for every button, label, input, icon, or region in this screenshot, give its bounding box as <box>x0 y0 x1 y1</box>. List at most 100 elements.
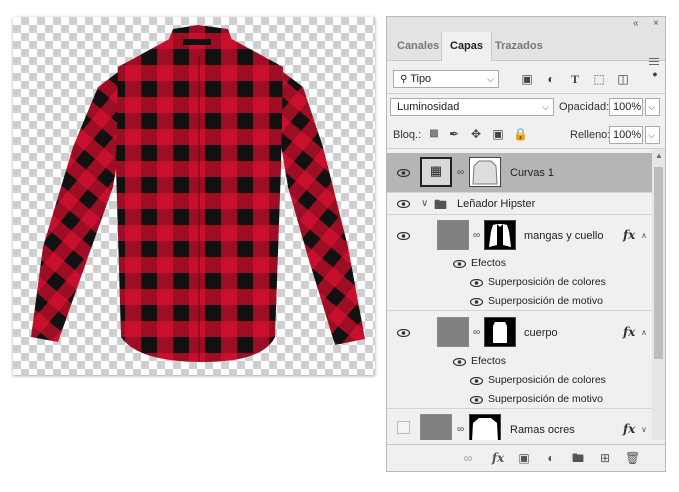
layer-thumbnail[interactable] <box>420 414 452 440</box>
eye-icon[interactable] <box>470 396 483 404</box>
layer-name[interactable]: Ramas ocres <box>510 424 575 436</box>
layer-row-ramas[interactable]: ∞ Ramas ocres fx ∨ <box>387 409 652 440</box>
fill-dropdown[interactable]: ⌵ <box>645 126 660 144</box>
shape-filter-icon[interactable]: ⬚ <box>592 72 606 86</box>
chevron-down-icon: ⌵ <box>487 74 494 84</box>
eye-icon[interactable] <box>453 260 466 268</box>
chevron-down-icon: ⌵ <box>648 102 655 112</box>
trash-icon[interactable]: 🗑 <box>625 451 640 465</box>
search-icon: ⚲ <box>400 74 408 85</box>
layer-name[interactable]: Curvas 1 <box>510 167 554 179</box>
layer-row-mangas[interactable]: ∞ mangas y cuello fx ∧ Efectos Superposi… <box>387 215 652 311</box>
layer-row-cuerpo[interactable]: ∞ cuerpo fx ∧ Efectos Superposición de c… <box>387 311 652 409</box>
fx-icon[interactable]: fx <box>623 422 635 436</box>
layers-scrollbar[interactable]: ▲ <box>652 149 665 440</box>
lock-artboard-icon[interactable]: ▣ <box>491 127 505 141</box>
double-chevron-left-icon[interactable]: « <box>633 18 639 29</box>
filter-label: Tipo <box>410 73 432 85</box>
adjustment-thumbnail[interactable]: ▦ <box>420 157 452 187</box>
link-icon[interactable]: ∞ <box>457 167 464 178</box>
fx-icon[interactable]: fx <box>623 228 635 242</box>
opacity-input[interactable]: 100% <box>609 98 643 116</box>
chevron-up-icon[interactable]: ∧ <box>641 231 647 240</box>
smart-object-filter-icon[interactable]: ◫ <box>616 72 630 86</box>
effect-pattern-overlay[interactable]: Superposición de motivo <box>488 393 603 405</box>
effects-label[interactable]: Efectos <box>471 355 506 367</box>
lock-all-icon[interactable]: 🔒 <box>513 127 528 141</box>
type-filter-icon[interactable]: T <box>568 72 582 86</box>
layers-toolbar: ∞ fx ▣ ◐ 🖿 ⊞ 🗑 <box>387 444 665 471</box>
opacity-label: Opacidad: <box>559 101 610 113</box>
eye-icon[interactable] <box>453 358 466 366</box>
layer-group-row[interactable]: ∨ 🖿 Leñador Hipster <box>387 193 652 215</box>
link-icon[interactable]: ∞ <box>457 424 464 435</box>
lock-label: Bloq.: <box>393 129 422 141</box>
lock-position-move-icon[interactable]: ✥ <box>469 127 483 141</box>
layer-mask-thumbnail[interactable] <box>469 414 501 440</box>
plaid-shirt-image <box>31 25 365 362</box>
chevron-down-icon: ⌵ <box>542 102 549 112</box>
pixel-filter-icon[interactable]: ▣ <box>520 72 534 86</box>
layers-list: ▦ ∞ Curvas 1 ∨ 🖿 Leñador Hipster ∞ manga… <box>387 149 652 440</box>
eye-icon[interactable] <box>397 329 410 337</box>
layer-thumbnail[interactable] <box>437 317 469 347</box>
blend-mode-value: Luminosidad <box>397 101 460 113</box>
new-layer-icon[interactable]: ⊞ <box>598 451 612 465</box>
curves-icon: ▦ <box>429 163 443 178</box>
tab-trazados[interactable]: Trazados <box>487 32 551 60</box>
filter-select[interactable]: ⚲ Tipo ⌵ <box>393 70 499 88</box>
chevron-down-icon[interactable]: ∨ <box>641 425 647 434</box>
effect-color-overlay[interactable]: Superposición de colores <box>488 374 606 386</box>
close-icon[interactable]: × <box>653 18 659 29</box>
blend-mode-select[interactable]: Luminosidad ⌵ <box>390 98 554 116</box>
sleeves-mask-icon <box>489 224 511 247</box>
eye-icon[interactable] <box>397 169 410 177</box>
tab-capas[interactable]: Capas <box>441 32 493 61</box>
fill-label: Relleno: <box>570 129 611 141</box>
chevron-up-icon[interactable]: ∧ <box>641 328 647 337</box>
eye-icon[interactable] <box>397 232 410 240</box>
divider <box>387 93 665 94</box>
scroll-up-icon[interactable]: ▲ <box>655 151 663 160</box>
filter-toggle-icon[interactable]: ● <box>648 67 662 81</box>
panel-menu-icon[interactable] <box>649 56 659 67</box>
layer-name[interactable]: cuerpo <box>524 327 558 339</box>
new-group-folder-icon[interactable]: 🖿 <box>571 451 585 465</box>
layer-mask-thumbnail[interactable] <box>484 317 516 347</box>
eye-icon[interactable] <box>470 298 483 306</box>
eye-icon[interactable] <box>470 377 483 385</box>
effect-color-overlay[interactable]: Superposición de colores <box>488 276 606 288</box>
eye-icon[interactable] <box>470 279 483 287</box>
shirt-mask-icon <box>472 418 498 440</box>
opacity-dropdown[interactable]: ⌵ <box>645 98 660 116</box>
lock-transparency-icon[interactable]: ▩ <box>427 127 441 141</box>
effect-pattern-overlay[interactable]: Superposición de motivo <box>488 295 603 307</box>
eye-icon[interactable] <box>397 200 410 208</box>
fill-input[interactable]: 100% <box>609 126 643 144</box>
group-name[interactable]: Leñador Hipster <box>457 198 535 210</box>
layer-name[interactable]: mangas y cuello <box>524 230 604 242</box>
link-icon[interactable]: ∞ <box>473 327 480 338</box>
layer-thumbnail[interactable] <box>437 220 469 250</box>
lock-image-brush-icon[interactable]: ✒ <box>447 127 461 141</box>
chevron-down-icon: ⌵ <box>648 130 655 140</box>
body-mask-icon <box>493 322 507 343</box>
add-mask-icon[interactable]: ▣ <box>517 451 531 465</box>
chevron-down-icon[interactable]: ∨ <box>421 198 428 209</box>
adjustment-filter-icon[interactable]: ◐ <box>544 72 558 86</box>
add-layer-style-icon[interactable]: fx <box>491 451 505 465</box>
visibility-toggle-off[interactable] <box>397 421 410 434</box>
shirt-mask-icon <box>472 160 498 185</box>
scrollbar-thumb[interactable] <box>654 167 663 359</box>
layer-row-curvas[interactable]: ▦ ∞ Curvas 1 <box>387 153 652 193</box>
fx-icon[interactable]: fx <box>623 325 635 339</box>
effects-label[interactable]: Efectos <box>471 257 506 269</box>
layers-panel: « × Canales Capas Trazados ⚲ Tipo ⌵ ▣ ◐ … <box>386 16 666 472</box>
link-layers-icon[interactable]: ∞ <box>461 451 475 465</box>
tab-canales[interactable]: Canales <box>389 32 447 60</box>
layer-mask-thumbnail[interactable] <box>469 157 501 187</box>
new-adjustment-layer-icon[interactable]: ◐ <box>544 451 558 465</box>
layer-mask-thumbnail[interactable] <box>484 220 516 250</box>
document-canvas[interactable] <box>13 17 375 375</box>
link-icon[interactable]: ∞ <box>473 230 480 241</box>
